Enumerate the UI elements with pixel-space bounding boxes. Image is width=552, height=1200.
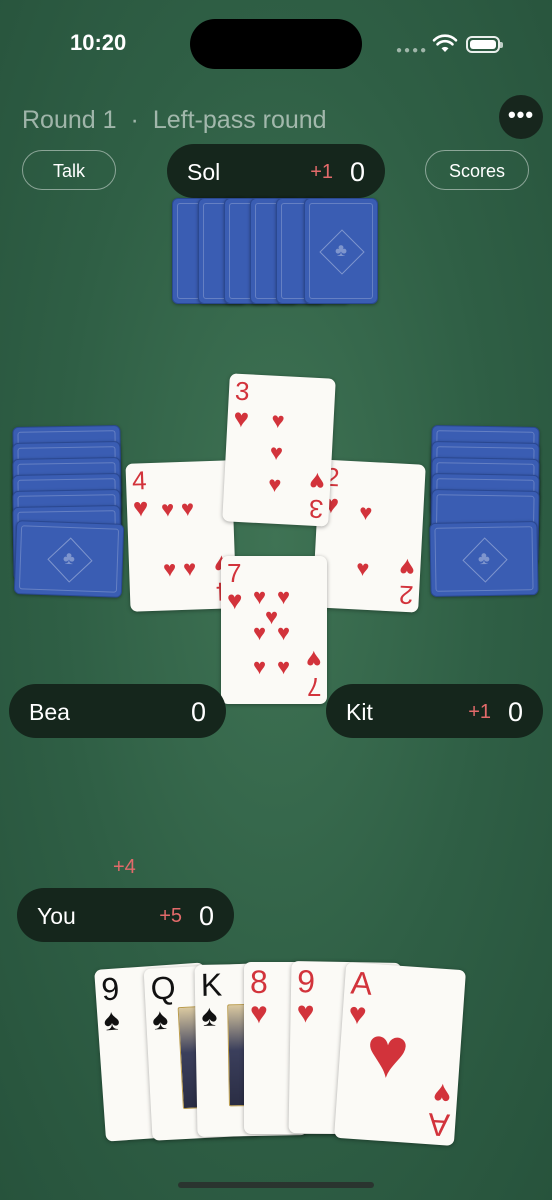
player-score: 0: [507, 697, 523, 727]
heart-icon: ♥: [132, 492, 149, 523]
heart-icon: ♥: [296, 996, 315, 1030]
status-time: 10:20: [70, 30, 127, 55]
card-rank: 2: [397, 579, 414, 611]
card-rank: 3: [234, 375, 251, 407]
talk-button[interactable]: Talk: [22, 150, 116, 190]
player-name: You: [37, 903, 76, 929]
trick-card-south: 7 ♥ ♥ ♥ ♥ ♥ ♥ ♥ ♥ 7 ♥: [221, 556, 327, 704]
club-icon: ♣: [477, 547, 491, 569]
card-rank: A: [349, 964, 374, 1002]
heart-icon: ♥: [182, 555, 197, 581]
player-sol: Sol +1 0: [167, 144, 385, 198]
heart-icon: ♥: [398, 552, 416, 584]
card-back: ♣: [13, 520, 125, 598]
player-delta: +1: [310, 161, 333, 183]
heart-icon: ♥: [227, 585, 243, 615]
heart-icon: ♥: [347, 997, 368, 1032]
heart-icon: ♥: [277, 654, 291, 679]
card-rank: 8: [250, 964, 268, 1000]
round-separator: ·: [130, 106, 139, 134]
player-score: 0: [198, 901, 214, 931]
heart-icon: ♥: [308, 466, 326, 498]
card-back: ♣: [429, 521, 539, 597]
player-score: 0: [349, 157, 365, 187]
ellipsis-icon: •••: [507, 102, 535, 127]
spade-icon: ♠: [201, 999, 218, 1033]
home-indicator[interactable]: [178, 1182, 374, 1188]
card-rank: 7: [306, 672, 321, 702]
player-delta: +5: [159, 905, 182, 927]
heart-icon: ♥: [270, 407, 286, 434]
heart-icon: ♥: [277, 620, 291, 645]
dynamic-island: [190, 19, 362, 69]
card-rank: A: [426, 1106, 451, 1144]
player-bea: Bea 0: [9, 684, 226, 738]
card-back: ♣: [304, 198, 378, 304]
heart-icon: ♥: [363, 1011, 412, 1095]
card-rank: 9: [100, 970, 121, 1008]
hand-card[interactable]: A ♥ ♥ A ♥: [334, 962, 466, 1146]
heart-icon: ♥: [162, 556, 177, 582]
card-rank: 3: [307, 493, 324, 525]
card-rank: 9: [296, 963, 316, 1000]
heart-icon: ♥: [160, 496, 175, 522]
round-label: Round 1: [22, 106, 117, 134]
player-score: 0: [190, 697, 206, 727]
player-name: Kit: [346, 699, 373, 725]
player-name: Bea: [29, 699, 70, 725]
spade-icon: ♠: [102, 1003, 121, 1038]
card-rank: 7: [227, 558, 242, 588]
heart-icon: ♥: [180, 495, 195, 521]
scores-button[interactable]: Scores: [425, 150, 529, 190]
more-options-button[interactable]: •••: [499, 95, 543, 139]
trick-card-north: 3 ♥ ♥ ♥ ♥ 3 ♥: [222, 373, 336, 527]
heart-icon: ♥: [232, 402, 250, 434]
heart-icon: ♥: [269, 439, 284, 466]
round-title: Round 1 · Left-pass round: [22, 106, 327, 135]
wifi-icon: [432, 34, 458, 52]
heart-icon: ♥: [253, 620, 267, 645]
player-kit: Kit +1 0: [326, 684, 543, 738]
heart-icon: ♥: [305, 645, 321, 675]
trick-points-delta: +4: [113, 856, 136, 878]
heart-icon: ♥: [432, 1076, 453, 1111]
card-rank: K: [200, 966, 223, 1003]
club-icon: ♣: [62, 547, 76, 569]
card-rank: 4: [131, 465, 148, 496]
player-name: Sol: [187, 159, 221, 185]
signal-icon: ●●●●: [396, 45, 429, 56]
heart-icon: ♥: [355, 555, 371, 582]
battery-icon: [466, 36, 503, 53]
heart-icon: ♥: [253, 654, 267, 679]
heart-icon: ♥: [277, 584, 291, 609]
club-icon: ♣: [335, 240, 347, 260]
player-you: You +5 0: [17, 888, 234, 942]
heart-icon: ♥: [250, 997, 268, 1030]
card-rank: Q: [149, 969, 177, 1007]
trick-card-west: 4 ♥ ♥ ♥ ♥ ♥ 4 ♥: [125, 460, 237, 612]
heart-icon: ♥: [358, 499, 373, 526]
round-mode: Left-pass round: [152, 106, 327, 134]
heart-icon: ♥: [267, 471, 282, 498]
player-delta: +1: [468, 701, 491, 723]
spade-icon: ♠: [151, 1002, 170, 1037]
